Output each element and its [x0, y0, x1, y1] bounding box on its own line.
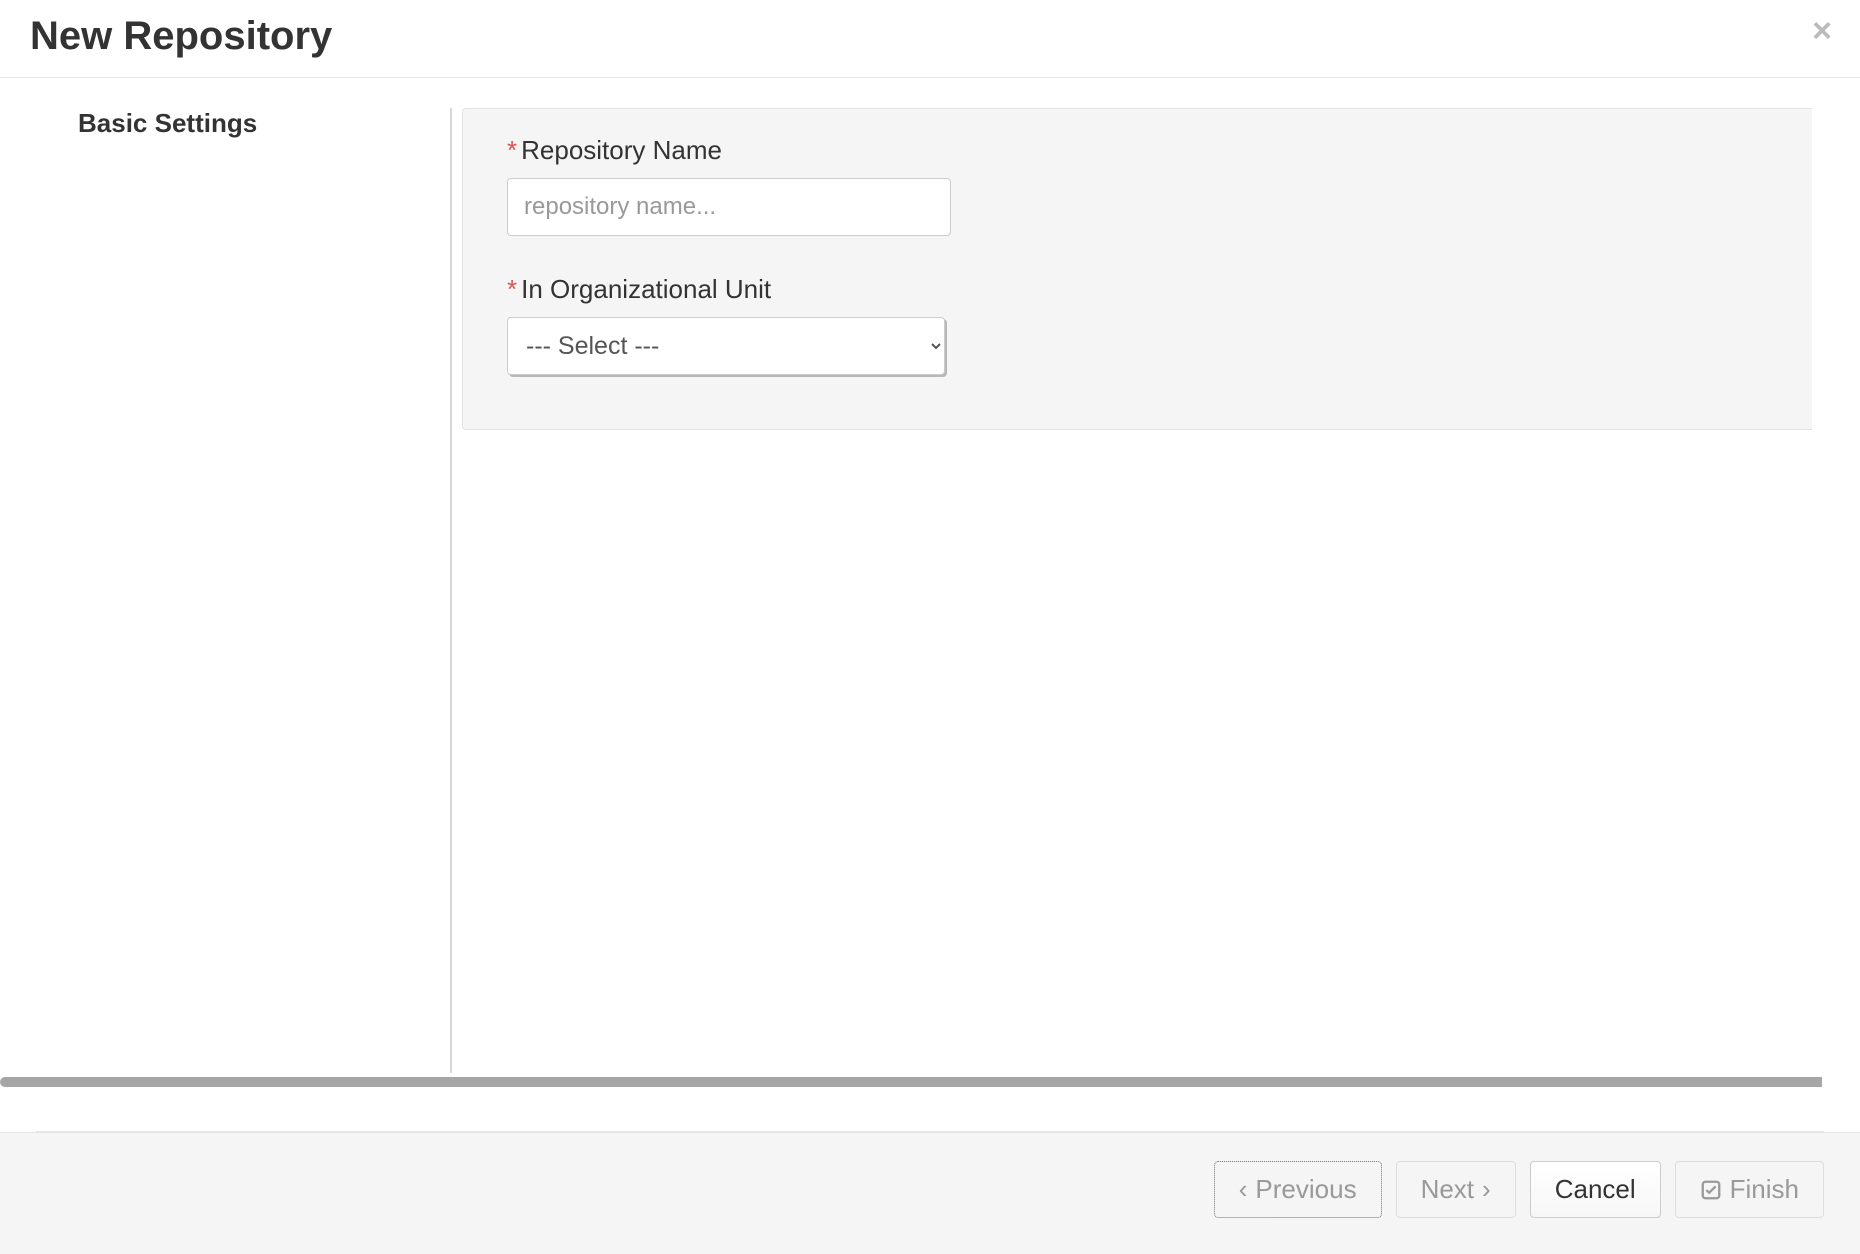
- chevron-right-icon: [1482, 1174, 1491, 1205]
- org-unit-label: *In Organizational Unit: [507, 274, 1768, 305]
- org-unit-label-text: In Organizational Unit: [521, 274, 771, 304]
- basic-settings-panel: *Repository Name *In Organizational Unit…: [462, 108, 1812, 430]
- required-asterisk-icon: *: [507, 274, 517, 304]
- dialog-body-wrap: Basic Settings *Repository Name: [0, 78, 1860, 1254]
- previous-button[interactable]: Previous: [1214, 1161, 1382, 1218]
- repository-name-label: *Repository Name: [507, 135, 1768, 166]
- dialog-footer: Previous Next Cancel Finish: [0, 1132, 1860, 1254]
- close-button[interactable]: ×: [1812, 14, 1832, 48]
- cancel-button[interactable]: Cancel: [1530, 1161, 1661, 1218]
- repository-name-label-text: Repository Name: [521, 135, 722, 165]
- repository-name-group: *Repository Name: [507, 135, 1768, 236]
- cancel-button-label: Cancel: [1555, 1174, 1636, 1205]
- check-icon: [1700, 1179, 1722, 1201]
- vertical-scroll-gutter: [1822, 78, 1860, 1073]
- required-asterisk-icon: *: [507, 135, 517, 165]
- wizard-steps-sidebar: Basic Settings: [0, 78, 450, 1073]
- new-repository-dialog: New Repository × Basic Settings *: [0, 0, 1860, 1254]
- next-button-label: Next: [1421, 1174, 1474, 1205]
- chevron-left-icon: [1239, 1174, 1248, 1205]
- dialog-title: New Repository: [30, 14, 1830, 59]
- dialog-body: Basic Settings *Repository Name: [0, 78, 1822, 1073]
- org-unit-group: *In Organizational Unit --- Select ---: [507, 274, 1768, 375]
- previous-button-label: Previous: [1255, 1174, 1356, 1205]
- horizontal-scrollbar[interactable]: [0, 1077, 1822, 1087]
- close-icon: ×: [1812, 12, 1832, 50]
- finish-button[interactable]: Finish: [1675, 1161, 1824, 1218]
- sidebar-item-label: Basic Settings: [78, 108, 257, 138]
- org-unit-select[interactable]: --- Select ---: [507, 317, 945, 375]
- form-area: *Repository Name *In Organizational Unit…: [452, 78, 1822, 1073]
- dialog-header: New Repository ×: [0, 0, 1860, 78]
- sidebar-item-basic-settings[interactable]: Basic Settings: [78, 108, 410, 139]
- finish-button-label: Finish: [1730, 1174, 1799, 1205]
- repository-name-input[interactable]: [507, 178, 951, 236]
- next-button[interactable]: Next: [1396, 1161, 1516, 1218]
